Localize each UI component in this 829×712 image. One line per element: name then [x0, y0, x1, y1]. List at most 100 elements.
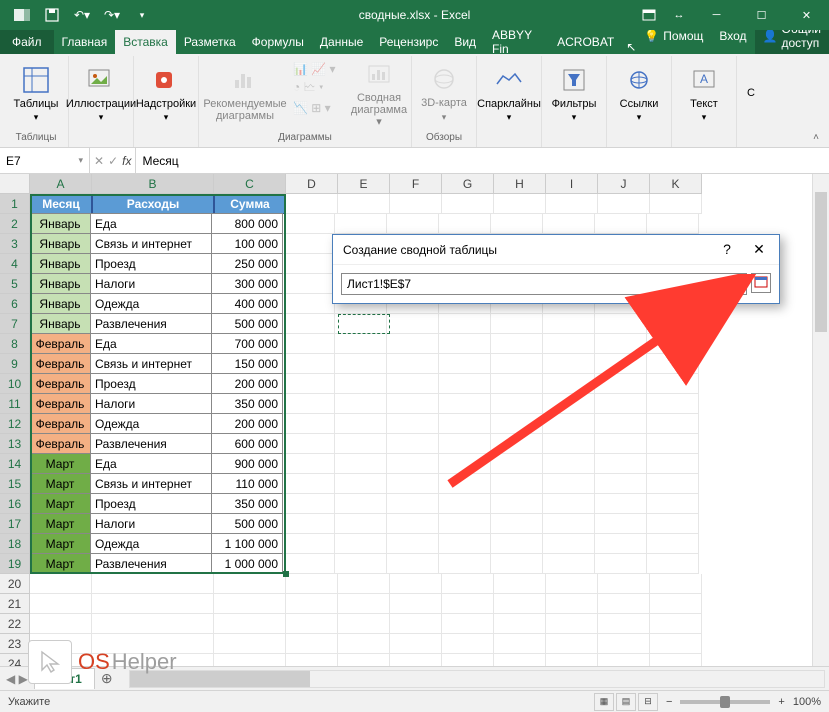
cell[interactable] — [338, 574, 390, 594]
cell[interactable] — [543, 414, 595, 434]
cell[interactable] — [491, 454, 543, 474]
expand-range-button[interactable] — [751, 273, 771, 293]
cell[interactable] — [387, 354, 439, 374]
cell[interactable] — [650, 654, 702, 666]
row-header-21[interactable]: 21 — [0, 594, 30, 614]
cell[interactable] — [494, 574, 546, 594]
page-layout-view-button[interactable]: ▤ — [616, 693, 636, 711]
row-header-19[interactable]: 19 — [0, 554, 30, 574]
page-break-view-button[interactable]: ⊟ — [638, 693, 658, 711]
cell[interactable]: 150 000 — [211, 353, 283, 374]
cell[interactable] — [543, 394, 595, 414]
cell[interactable]: Февраль — [29, 393, 91, 414]
row-header-10[interactable]: 10 — [0, 374, 30, 394]
cell[interactable]: Налоги — [90, 393, 212, 414]
cell[interactable] — [283, 554, 335, 574]
row-header-7[interactable]: 7 — [0, 314, 30, 334]
cell[interactable] — [543, 374, 595, 394]
cell[interactable] — [491, 374, 543, 394]
cell[interactable]: Еда — [90, 213, 212, 234]
cell[interactable] — [647, 314, 699, 334]
tab-review[interactable]: Рецензирс — [371, 30, 446, 54]
col-header-F[interactable]: F — [390, 174, 442, 194]
ribbon-display-options[interactable] — [634, 0, 664, 30]
cell[interactable] — [283, 234, 335, 254]
row-header-13[interactable]: 13 — [0, 434, 30, 454]
cell[interactable] — [650, 594, 702, 614]
cell[interactable] — [439, 514, 491, 534]
cell[interactable] — [439, 474, 491, 494]
cell[interactable]: 200 000 — [211, 373, 283, 394]
cell[interactable]: Одежда — [90, 413, 212, 434]
cell[interactable] — [595, 534, 647, 554]
cell[interactable]: Февраль — [29, 353, 91, 374]
cell[interactable] — [595, 494, 647, 514]
cell[interactable] — [543, 214, 595, 234]
cell[interactable] — [491, 534, 543, 554]
normal-view-button[interactable]: ▦ — [594, 693, 614, 711]
col-header-G[interactable]: G — [442, 174, 494, 194]
cell[interactable] — [595, 414, 647, 434]
cell[interactable] — [335, 314, 387, 334]
cell[interactable] — [598, 654, 650, 666]
qat-save[interactable] — [38, 2, 66, 28]
cell[interactable] — [491, 214, 543, 234]
cell[interactable] — [546, 194, 598, 214]
cell[interactable]: Март — [29, 533, 91, 554]
cell[interactable] — [647, 494, 699, 514]
cell[interactable] — [214, 594, 286, 614]
sparklines-button[interactable]: Спарклайны▾ — [481, 58, 537, 128]
tables-button[interactable]: Таблицы▾ — [8, 58, 64, 128]
filters-button[interactable]: Фильтры▾ — [546, 58, 602, 128]
fx-icon[interactable]: fx — [122, 154, 131, 168]
qat-undo[interactable]: ↶▾ — [68, 2, 96, 28]
cell[interactable] — [286, 594, 338, 614]
cell[interactable]: Месяц — [30, 194, 92, 214]
cell[interactable] — [543, 534, 595, 554]
cell[interactable] — [439, 534, 491, 554]
cell[interactable] — [338, 634, 390, 654]
cell[interactable]: Январь — [29, 233, 91, 254]
cell[interactable] — [546, 634, 598, 654]
cell[interactable] — [442, 574, 494, 594]
cell[interactable] — [338, 614, 390, 634]
cell[interactable]: Еда — [90, 333, 212, 354]
cell[interactable]: 700 000 — [211, 333, 283, 354]
tab-acrobat[interactable]: ACROBAT — [549, 30, 622, 54]
cell[interactable] — [286, 194, 338, 214]
cell[interactable] — [390, 194, 442, 214]
cell[interactable]: Январь — [29, 313, 91, 334]
cell[interactable] — [546, 574, 598, 594]
cell[interactable] — [283, 514, 335, 534]
cell[interactable] — [442, 614, 494, 634]
zoom-level[interactable]: 100% — [793, 696, 821, 708]
cell[interactable] — [546, 654, 598, 666]
cell[interactable] — [491, 314, 543, 334]
collapse-ribbon[interactable]: ˄ — [807, 129, 825, 145]
cell[interactable] — [335, 354, 387, 374]
col-header-B[interactable]: B — [92, 174, 214, 194]
cell[interactable] — [439, 554, 491, 574]
cell[interactable]: 400 000 — [211, 293, 283, 314]
cell[interactable] — [442, 634, 494, 654]
cell[interactable]: 100 000 — [211, 233, 283, 254]
cell[interactable] — [286, 654, 338, 666]
cell[interactable] — [335, 434, 387, 454]
cell[interactable] — [390, 574, 442, 594]
cell[interactable] — [595, 394, 647, 414]
cell[interactable]: Март — [29, 493, 91, 514]
row-header-11[interactable]: 11 — [0, 394, 30, 414]
cell[interactable]: Связь и интернет — [90, 353, 212, 374]
row-header-1[interactable]: 1 — [0, 194, 30, 214]
cell[interactable] — [647, 514, 699, 534]
dialog-close[interactable]: ✕ — [749, 241, 769, 258]
cell[interactable] — [335, 394, 387, 414]
cell[interactable]: Одежда — [90, 533, 212, 554]
cell[interactable] — [283, 374, 335, 394]
cell[interactable] — [387, 374, 439, 394]
cell[interactable] — [650, 574, 702, 594]
cell[interactable]: 800 000 — [211, 213, 283, 234]
cell[interactable] — [390, 654, 442, 666]
cell[interactable]: 500 000 — [211, 313, 283, 334]
cell[interactable] — [283, 354, 335, 374]
